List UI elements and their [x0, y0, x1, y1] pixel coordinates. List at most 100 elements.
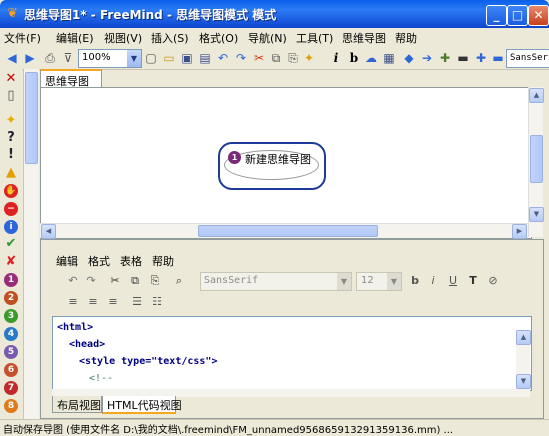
minus-icon[interactable]: ▬ [455, 50, 471, 66]
scrollbar-thumb[interactable] [25, 72, 38, 164]
zoom-in-icon[interactable]: ✚ [473, 50, 489, 66]
editor-font-select[interactable]: SansSerif ▼ [200, 272, 352, 291]
bullet-list-icon[interactable]: ☰ [130, 295, 144, 309]
undo-icon[interactable]: ↶ [215, 50, 231, 66]
save-as-icon[interactable]: ▤ [197, 50, 213, 66]
numbered-list-icon[interactable]: ☷ [150, 295, 164, 309]
redo-icon[interactable]: ↷ [84, 274, 98, 288]
priority-6-icon[interactable]: 6 [4, 363, 18, 377]
copy-icon[interactable]: ⧉ [268, 50, 284, 66]
minimize-button[interactable]: _ [486, 5, 507, 26]
scrollbar-thumb[interactable] [198, 225, 378, 237]
html-code-editor[interactable]: <html> <head> <style type="text/css"> <!… [52, 316, 532, 391]
stop-icon[interactable]: ✋ [4, 184, 18, 198]
code-vertical-scrollbar[interactable]: ▲ ▼ [516, 330, 531, 389]
print-icon[interactable]: ⎙ [42, 50, 58, 66]
save-icon[interactable]: ▣ [179, 50, 195, 66]
chevron-down-icon[interactable]: ▼ [387, 273, 401, 290]
paste-icon[interactable]: ⎘ [285, 50, 301, 66]
menu-edit[interactable]: 编辑(E) [56, 30, 94, 46]
priority-7-icon[interactable]: 7 [4, 381, 18, 395]
editor-menu-edit[interactable]: 编辑 [56, 253, 78, 269]
no-entry-icon[interactable]: − [4, 202, 18, 216]
menu-format[interactable]: 格式(O) [199, 30, 238, 46]
open-icon[interactable]: ▭ [161, 50, 177, 66]
scroll-left-icon[interactable]: ◀ [41, 224, 56, 239]
editor-size-select[interactable]: 12 ▼ [356, 272, 402, 291]
forward-icon[interactable]: ▶ [22, 50, 38, 66]
warning-icon[interactable]: ▲ [4, 166, 18, 180]
priority-3-icon[interactable]: 3 [4, 309, 18, 323]
left-arrow-icon[interactable]: ◆ [401, 50, 417, 66]
lightbulb-icon[interactable]: ✦ [301, 50, 317, 66]
menu-insert[interactable]: 插入(S) [151, 30, 189, 46]
map-vertical-scrollbar[interactable]: ▲ ▼ [528, 87, 544, 237]
menu-file[interactable]: 文件(F) [4, 30, 41, 46]
scrollbar-thumb[interactable] [530, 135, 543, 183]
check-icon[interactable]: ✔ [4, 237, 18, 251]
remove-icon[interactable]: ✕ [4, 72, 18, 86]
chevron-down-icon[interactable]: ▼ [127, 50, 141, 67]
scroll-up-icon[interactable]: ▲ [516, 330, 531, 345]
align-left-icon[interactable]: ≡ [66, 295, 80, 309]
priority-8-icon[interactable]: 8 [4, 399, 18, 413]
cut-icon[interactable]: ✂ [108, 274, 122, 288]
bold-icon[interactable]: b [408, 274, 422, 288]
scroll-right-icon[interactable]: ▶ [512, 224, 527, 239]
maximize-button[interactable]: □ [507, 5, 528, 26]
editor-menu-table[interactable]: 表格 [120, 253, 142, 269]
menu-help[interactable]: 帮助 [395, 30, 417, 46]
menu-tools[interactable]: 工具(T) [296, 30, 333, 46]
undo-icon[interactable]: ↶ [66, 274, 80, 288]
cloud-icon[interactable]: ☁ [363, 50, 379, 66]
font-select[interactable]: SansSerif [506, 49, 549, 68]
priority-1-icon[interactable]: 1 [4, 273, 18, 287]
exclamation-icon[interactable]: ! [4, 148, 18, 162]
close-button[interactable]: ✕ [528, 5, 549, 26]
align-center-icon[interactable]: ≡ [86, 295, 100, 309]
menu-view[interactable]: 视图(V) [104, 30, 142, 46]
cut-icon[interactable]: ✂ [251, 50, 267, 66]
tab-html-view[interactable]: HTML代码视图 [102, 396, 182, 414]
zoom-select[interactable]: 100% ▼ [78, 49, 142, 68]
back-icon[interactable]: ◀ [4, 50, 20, 66]
trash-icon[interactable]: ▯ [4, 89, 18, 103]
zoom-out-icon[interactable]: ▬ [490, 50, 506, 66]
redo-icon[interactable]: ↷ [233, 50, 249, 66]
plus-icon[interactable]: ✚ [437, 50, 453, 66]
filter-icon[interactable]: ⊽ [60, 50, 76, 66]
freemind-app-icon[interactable]: ❦ [5, 6, 20, 21]
menu-mindmap[interactable]: 思维导图 [342, 30, 386, 46]
scroll-up-icon[interactable]: ▲ [529, 88, 544, 103]
find-icon[interactable]: ⌕ [172, 274, 186, 288]
menu-navigate[interactable]: 导航(N) [248, 30, 287, 46]
priority-5-icon[interactable]: 5 [4, 345, 18, 359]
underline-icon[interactable]: U [446, 274, 460, 288]
tab-layout-view[interactable]: 布局视图 [52, 396, 102, 413]
grid-icon[interactable]: ▦ [381, 50, 397, 66]
italic-icon[interactable]: i [426, 274, 440, 288]
chevron-down-icon[interactable]: ▼ [337, 273, 351, 290]
question-icon[interactable]: ? [4, 131, 18, 145]
idea-icon[interactable]: ✦ [4, 114, 18, 128]
clear-format-icon[interactable]: ⊘ [486, 274, 500, 288]
tab-mindmap[interactable]: 思维导图1* [40, 69, 102, 102]
scroll-down-icon[interactable]: ▼ [529, 207, 544, 222]
cross-icon[interactable]: ✘ [4, 255, 18, 269]
paste-icon[interactable]: ⎘ [148, 274, 162, 288]
priority-4-icon[interactable]: 4 [4, 327, 18, 341]
align-right-icon[interactable]: ≡ [106, 295, 120, 309]
editor-menu-help[interactable]: 帮助 [152, 253, 174, 269]
status-bar: 自动保存导图 (使用文件名 D:\我的文档\.freemind\FM_unnam… [0, 419, 549, 436]
priority-2-icon[interactable]: 2 [4, 291, 18, 305]
right-arrow-icon[interactable]: ➔ [419, 50, 435, 66]
italic-icon[interactable]: i [328, 50, 344, 66]
scroll-down-icon[interactable]: ▼ [516, 374, 531, 389]
root-node[interactable]: 1 新建思维导图 [218, 142, 326, 190]
new-icon[interactable]: ▢ [143, 50, 159, 66]
editor-menu-format[interactable]: 格式 [88, 253, 110, 269]
copy-icon[interactable]: ⧉ [128, 274, 142, 288]
bold-icon[interactable]: b [346, 50, 362, 66]
text-color-icon[interactable]: T [466, 274, 480, 288]
info-icon[interactable]: i [4, 220, 18, 234]
